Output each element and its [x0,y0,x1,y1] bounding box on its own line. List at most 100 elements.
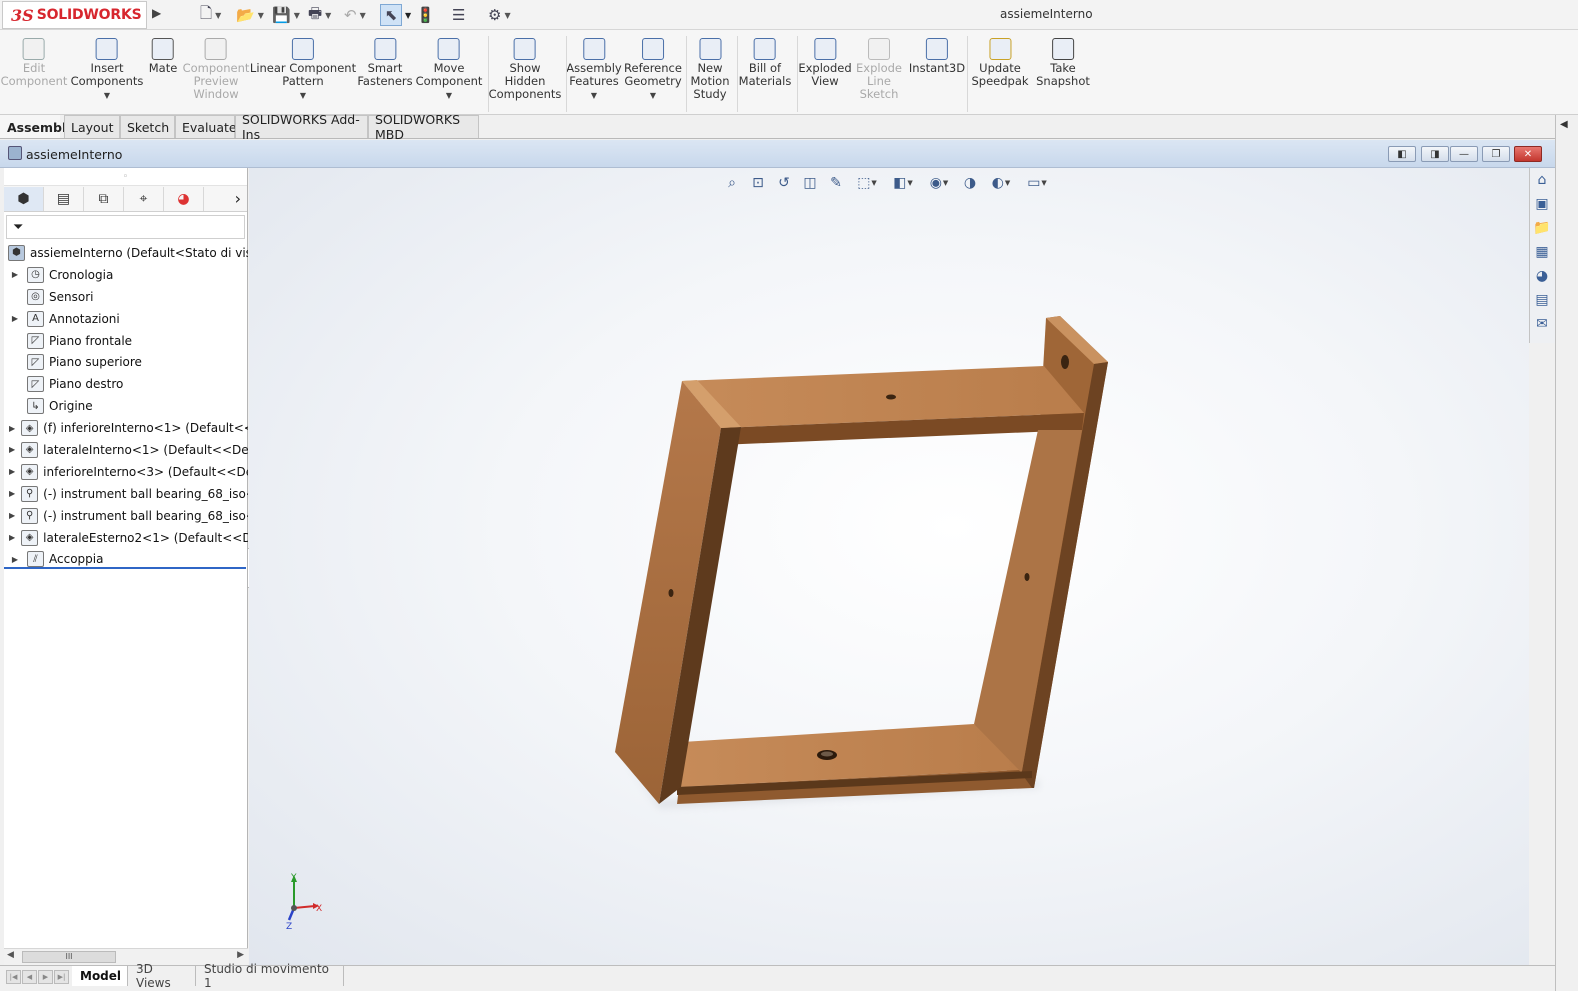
menu-expand-arrow-icon[interactable]: ▶ [152,6,168,24]
tab-layout[interactable]: Layout [64,115,120,138]
rollback-bar[interactable] [4,567,246,569]
mate-button[interactable]: Mate [149,38,177,75]
undo-button[interactable]: ↶ ▼ [344,4,380,26]
file-explorer-icon[interactable]: 📁 [1530,216,1554,240]
dropdown-arrow-icon[interactable]: ▼ [325,11,331,20]
file-properties-button[interactable]: ☰ [452,4,488,26]
reference-geometry-button[interactable]: Reference Geometry ▼ [624,38,682,102]
bottom-tab-model[interactable]: Model [72,966,128,986]
tree-node[interactable]: ↳ Origine [4,395,248,417]
solidworks-logo[interactable]: 3S SOLIDWORKS [2,1,147,29]
linear-component-pattern-button[interactable]: Linear Component Pattern ▼ [250,38,356,102]
tree-node[interactable]: ▶ ◈ (f) inferioreInterno<1> (Default<<Defa… [4,417,248,439]
dropdown-arrow-icon[interactable]: ▼ [104,89,110,102]
save-button[interactable]: 💾 ▼ [272,4,308,26]
tile-right-button[interactable]: ◨ [1421,146,1449,162]
property-manager-icon[interactable]: ▤ [44,186,84,211]
tree-node[interactable]: ▶ A Annotazioni [4,308,248,330]
update-speedpak-button[interactable]: Update Speedpak [971,38,1029,88]
tree-node[interactable]: ▶ ◈ lateraleInterno<1> (Default<<Default>_… [4,439,248,461]
dropdown-arrow-icon[interactable]: ▼ [300,89,306,102]
view-palette-icon[interactable]: ▦ [1530,240,1554,264]
configuration-manager-icon[interactable]: ⧉ [84,186,124,211]
rebuild-button[interactable]: 🚦 [416,4,452,26]
new-motion-study-button[interactable]: New Motion Study [691,38,730,101]
prev-tab-icon[interactable]: ◀ [22,970,37,984]
scroll-left-icon[interactable]: ◀ [7,950,14,960]
smart-fasteners-button[interactable]: Smart Fasteners [357,38,413,88]
new-document-button[interactable]: 🗋 ▼ [200,4,236,26]
dropdown-arrow-icon[interactable]: ▼ [405,11,411,20]
scroll-right-icon[interactable]: ▶ [237,950,244,960]
expand-arrow-icon[interactable]: ▶ [9,533,15,542]
first-tab-icon[interactable]: |◀ [6,970,21,984]
tab-solidworks-mbd[interactable]: SOLIDWORKS MBD [368,112,479,142]
model-viewport[interactable]: Y X Z [249,168,1529,965]
tab-solidworks-add-ins[interactable]: SOLIDWORKS Add-Ins [235,112,368,142]
tree-node[interactable]: ▶ ◈ lateraleEsterno2<1> (Default<<Default>… [4,527,248,549]
expand-arrow-icon[interactable]: ▶ [9,467,15,476]
show-hidden-components-button[interactable]: Show Hidden Components [489,38,561,101]
expand-arrow-icon[interactable]: ▶ [9,511,15,520]
filter-funnel-icon[interactable]: ⏷ [13,220,23,235]
home-icon[interactable]: ⌂ [1530,168,1554,192]
tree-node[interactable]: ◸ Piano frontale [4,330,248,352]
custom-properties-icon[interactable]: ▤ [1530,288,1554,312]
dropdown-arrow-icon[interactable]: ▼ [215,11,221,20]
feature-tree-icon[interactable]: ⬢ [4,186,44,211]
bottom-tab-3d-views[interactable]: 3D Views [128,962,196,990]
appearances-icon[interactable]: ◕ [1530,264,1554,288]
forum-icon[interactable]: ✉ [1530,312,1554,336]
take-snapshot-button[interactable]: Take Snapshot [1036,38,1090,88]
dropdown-arrow-icon[interactable]: ▼ [446,89,452,102]
options-button[interactable]: ⚙ ▼ [488,4,524,26]
expand-arrow-icon[interactable]: ▶ [9,489,15,498]
expand-arrow-icon[interactable]: ▶ [9,270,21,279]
instant3d-button[interactable]: Instant3D [909,38,965,75]
expand-arrow-icon[interactable]: ▶ [9,555,21,564]
display-manager-icon[interactable]: ◕ [164,186,204,211]
minimize-button[interactable]: — [1450,146,1478,162]
right-rail-inner-face[interactable] [974,430,1082,788]
task-pane-edge[interactable]: ◀ [1555,115,1578,991]
close-button[interactable]: ✕ [1514,146,1542,162]
tree-node[interactable]: ▶ ⚲ (-) instrument ball bearing_68_iso<1> [4,483,248,505]
tab-sketch[interactable]: Sketch [120,115,175,138]
next-tab-icon[interactable]: ▶ [38,970,53,984]
tree-node[interactable]: ◸ Piano destro [4,373,248,395]
dropdown-arrow-icon[interactable]: ▼ [360,11,366,20]
expand-arrow-icon[interactable]: ▶ [9,445,15,454]
explode-line-sketch-button[interactable]: Explode Line Sketch [856,38,902,101]
collapse-arrow-icon[interactable]: ◀ [1560,119,1568,130]
bill-of-materials-button[interactable]: Bill of Materials [739,38,791,88]
dropdown-arrow-icon[interactable]: ▼ [294,11,300,20]
open-button[interactable]: 📂 ▼ [236,4,272,26]
select-button[interactable]: ⬉ [380,4,402,26]
back-panel-hole[interactable] [1061,355,1069,369]
tab-evaluate[interactable]: Evaluate [175,115,237,138]
right-rail-hole[interactable] [1024,573,1030,581]
tree-filter[interactable]: ⏷ [6,215,245,239]
tree-node[interactable]: ▶ ◈ inferioreInterno<3> (Default<<Default>… [4,461,248,483]
tile-left-button[interactable]: ◧ [1388,146,1416,162]
move-component-button[interactable]: Move Component ▼ [416,38,482,102]
dimxpert-icon[interactable]: ⌖ [124,186,164,211]
dropdown-arrow-icon[interactable]: ▼ [591,89,597,102]
tree-node[interactable]: ▶ ⚲ (-) instrument ball bearing_68_iso<2> [4,505,248,527]
dropdown-arrow-icon[interactable]: ▼ [650,89,656,102]
design-library-icon[interactable]: ▣ [1530,192,1554,216]
tree-node[interactable]: ◎ Sensori [4,286,248,308]
graphics-area[interactable]: ⌕ ⊡ ↺ ◫ ✎ ⬚ ▼ ◧ ▼ ◉ ▼ ◑ ◐ ▼ ▭ ▼ Y X Z [249,168,1529,965]
scroll-thumb[interactable]: III [22,951,116,963]
edit-component-button[interactable]: Edit Component [1,38,67,88]
tree-node[interactable]: ▶ ◷ Cronologia [4,264,248,286]
tree-root-node[interactable]: ⬢ assiemeInterno (Default<Stato di visual… [4,242,248,264]
assembly-features-button[interactable]: Assembly Features ▼ [566,38,622,102]
panel-grip[interactable]: ◦ [4,168,247,186]
more-tabs-chevron-icon[interactable]: › [235,189,241,208]
insert-components-button[interactable]: Insert Components ▼ [71,38,143,102]
tab-assembly[interactable]: Assembly [0,115,74,138]
exploded-view-button[interactable]: Exploded View [798,38,852,88]
dropdown-arrow-icon[interactable]: ▼ [258,11,264,20]
expand-arrow-icon[interactable]: ▶ [9,424,15,433]
